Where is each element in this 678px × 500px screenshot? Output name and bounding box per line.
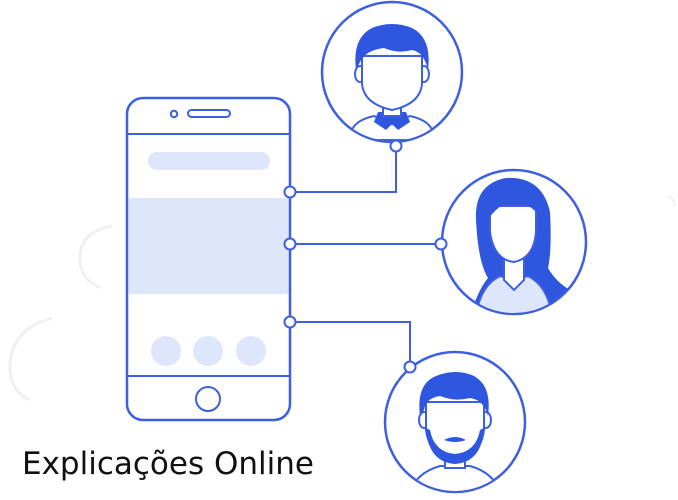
bearded-man-avatar-icon [383, 350, 527, 494]
woman-avatar-icon [440, 168, 588, 316]
caption-title: Explicações Online [22, 446, 314, 482]
node-avatar-middle [434, 237, 448, 251]
node-phone-middle [283, 237, 297, 251]
online-tutoring-illustration [8, 0, 676, 494]
connector-top [290, 146, 397, 193]
node-avatar-bottom [403, 360, 417, 374]
node-phone-top [283, 185, 297, 199]
avatar-nodes [389, 139, 448, 374]
phone-dot-2 [193, 336, 223, 366]
node-avatar-top [389, 139, 403, 153]
phone-dot-1 [151, 336, 181, 366]
man-avatar-icon [320, 0, 464, 144]
phone-content-block [128, 198, 289, 294]
connector-bottom [290, 321, 411, 367]
phone-dot-3 [236, 336, 266, 366]
connector-lines [290, 146, 441, 367]
node-phone-bottom [283, 315, 297, 329]
phone-home-button [195, 386, 221, 412]
smartphone-icon [125, 96, 292, 422]
phone-header-bar [148, 152, 270, 170]
